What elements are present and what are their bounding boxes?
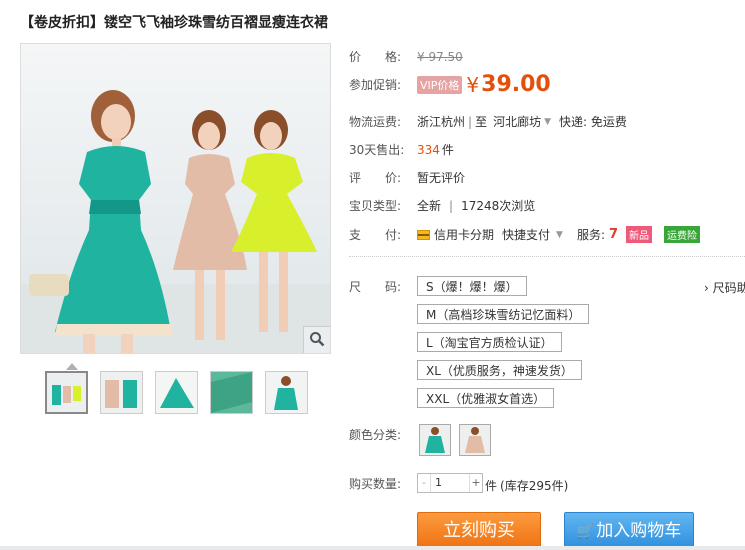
size-option-xl[interactable]: XL（优质服务，神速发货） <box>417 360 582 380</box>
type-divider: | <box>449 198 454 213</box>
product-title: 【卷皮折扣】镂空飞飞袖珍珠雪纺百褶显瘦连衣裙 <box>20 15 328 31</box>
rating-value: 暂无评价 <box>417 171 466 185</box>
quantity-stepper: - 1 + <box>417 473 483 493</box>
size-label: 尺 码: <box>349 280 402 294</box>
price-label: 价 格: <box>349 50 402 64</box>
original-price: ¥ 97.50 <box>417 49 463 64</box>
item-condition: 全新 <box>417 199 442 213</box>
yen-symbol: ¥ <box>466 72 480 97</box>
original-price-row: 价 格: ¥ 97.50 <box>349 48 463 65</box>
shipping-insurance-badge[interactable]: 运费险 <box>664 226 701 243</box>
size-option-xxl[interactable]: XXL（优雅淑女首选） <box>417 388 555 408</box>
size-option-m[interactable]: M（高档珍珠雪纺记忆面料） <box>417 304 590 324</box>
sales-unit: 件 <box>441 143 454 157</box>
payment-label: 支 付: <box>349 228 402 242</box>
rating-row: 评 价: 暂无评价 <box>349 169 465 186</box>
quantity-unit: 件 <box>485 479 498 493</box>
shipping-label: 物流运费: <box>349 115 402 129</box>
thumbnail-3[interactable] <box>155 371 198 414</box>
quantity-plus-button[interactable]: + <box>469 474 482 492</box>
quantity-label: 购买数量: <box>349 477 402 491</box>
ship-to-select[interactable]: 河北廊坊 <box>493 113 541 130</box>
thumbnail-5[interactable] <box>265 371 308 414</box>
payment-row: 支 付: 信用卡分期 快捷支付 ▼ 服务: 7 新品 运费险 <box>349 226 701 243</box>
size-option-l[interactable]: L（淘宝官方质检认证） <box>417 332 562 352</box>
ship-to-label: 至 <box>475 115 488 129</box>
section-divider <box>349 256 745 257</box>
thumbnail-4[interactable] <box>210 371 253 414</box>
thumbnail-1[interactable] <box>45 371 88 414</box>
type-label: 宝贝类型: <box>349 199 402 213</box>
main-product-image[interactable] <box>20 43 331 354</box>
chevron-down-icon[interactable]: ▼ <box>556 230 563 240</box>
ship-from: 浙江杭州 <box>417 115 466 129</box>
shipping-fee: 快递: 免运费 <box>559 115 627 129</box>
type-row: 宝贝类型: 全新 | 17248次浏览 <box>349 197 535 214</box>
chevron-down-icon[interactable]: ▼ <box>544 117 551 127</box>
promo-label: 参加促销: <box>349 78 402 92</box>
stock-info: 件 (库存295件) <box>485 477 568 494</box>
color-label-row: 颜色分类: <box>349 426 417 443</box>
card-icon <box>417 229 430 240</box>
quantity-label-row: 购买数量: <box>349 475 417 492</box>
sales-row: 30天售出: 334 件 <box>349 141 454 158</box>
sales-count: 334 <box>417 142 440 157</box>
vip-badge: VIP价格 <box>417 75 463 94</box>
sales-label: 30天售出: <box>349 143 405 157</box>
current-price: 39.00 <box>481 72 551 97</box>
service-icon[interactable]: 7 <box>609 227 618 242</box>
color-option-teal[interactable] <box>419 424 451 456</box>
rating-label: 评 价: <box>349 171 402 185</box>
cart-icon: 🛒 <box>576 524 595 540</box>
promo-price-row: 参加促销: VIP价格 ¥ 39.00 <box>349 72 551 97</box>
size-option-s[interactable]: S（爆！爆！爆） <box>417 276 527 296</box>
add-to-cart-button[interactable]: 🛒 加入购物车 <box>564 512 694 550</box>
add-to-cart-label: 加入购物车 <box>596 521 682 541</box>
chevron-right-icon: › <box>704 281 709 295</box>
bottom-border <box>0 546 745 550</box>
view-count: 17248次浏览 <box>461 199 536 213</box>
size-label-row: 尺 码: <box>349 278 417 295</box>
zoom-button[interactable] <box>303 326 330 353</box>
credit-installment-link[interactable]: 信用卡分期 <box>434 226 494 243</box>
quick-pay-link[interactable]: 快捷支付 <box>502 226 550 243</box>
thumb-pointer <box>66 363 78 370</box>
size-chart-text: 尺码助 <box>712 281 745 295</box>
thumbnail-2[interactable] <box>100 371 143 414</box>
color-option-pink[interactable] <box>459 424 491 456</box>
thumbnail-strip <box>45 371 308 414</box>
ship-divider: | <box>468 114 473 129</box>
new-item-badge[interactable]: 新品 <box>626 226 653 243</box>
stock-count: (库存295件) <box>500 479 569 493</box>
size-chart-link[interactable]: › 尺码助 <box>704 279 745 296</box>
quantity-input[interactable]: 1 <box>431 474 469 492</box>
zoom-icon <box>309 331 325 350</box>
service-label: 服务: <box>576 228 605 242</box>
shipping-row: 物流运费: 浙江杭州 | 至 河北廊坊 ▼ 快递: 免运费 <box>349 113 627 130</box>
product-photo <box>21 90 330 353</box>
buy-now-button[interactable]: 立刻购买 <box>417 512 541 550</box>
color-label: 颜色分类: <box>349 428 402 442</box>
buy-now-label: 立刻购买 <box>443 520 515 541</box>
quantity-minus-button[interactable]: - <box>418 474 431 492</box>
